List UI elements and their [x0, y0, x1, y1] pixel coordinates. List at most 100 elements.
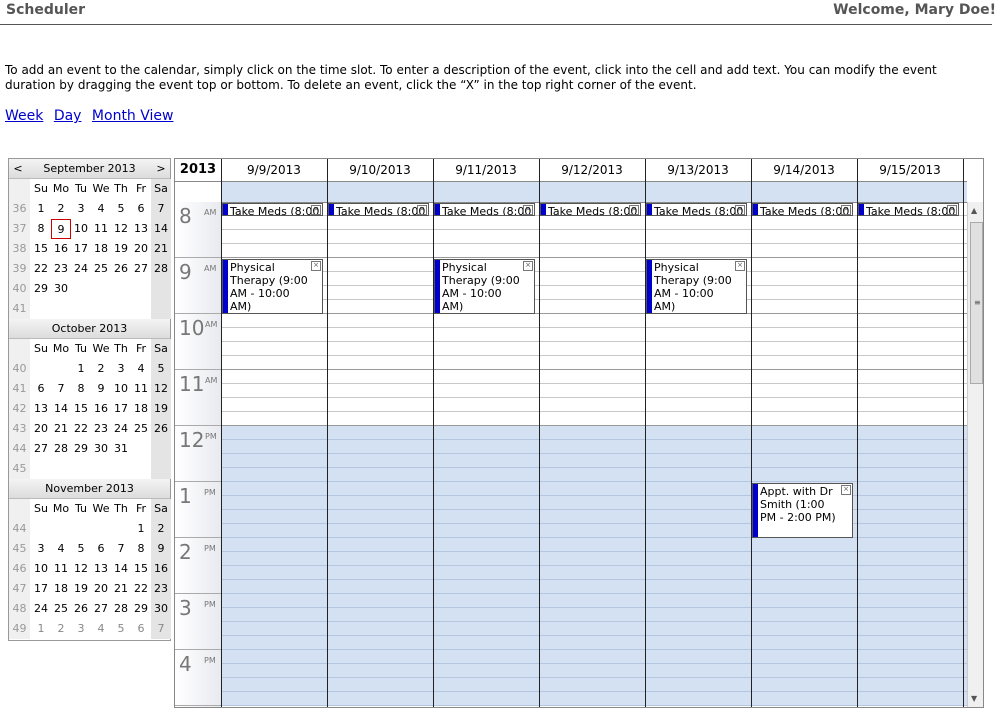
- time-slot[interactable]: [221, 678, 967, 692]
- time-slot[interactable]: [221, 622, 967, 636]
- mini-day-cell[interactable]: 10: [31, 559, 51, 579]
- time-grid[interactable]: [221, 202, 967, 707]
- mini-day-cell[interactable]: 23: [151, 579, 171, 599]
- mini-day-cell[interactable]: 25: [51, 599, 71, 619]
- event-pt[interactable]: Physical Therapy (9:00 AM - 10:00 AM) ×: [434, 259, 535, 314]
- day-column-header[interactable]: 9/13/2013: [645, 159, 752, 181]
- mini-day-cell[interactable]: 16: [51, 239, 71, 259]
- mini-day-cell[interactable]: 20: [31, 419, 51, 439]
- mini-day-cell[interactable]: 13: [31, 399, 51, 419]
- mini-day-cell[interactable]: 29: [71, 439, 91, 459]
- mini-day-cell[interactable]: 22: [31, 259, 51, 279]
- delete-icon[interactable]: ×: [523, 205, 533, 215]
- mini-day-cell[interactable]: 19: [111, 239, 131, 259]
- mini-day-cell[interactable]: 8: [31, 219, 51, 239]
- time-slot[interactable]: [221, 664, 967, 678]
- mini-day-cell[interactable]: 12: [71, 559, 91, 579]
- mini-day-cell[interactable]: 6: [31, 379, 51, 399]
- mini-day-cell[interactable]: 21: [111, 579, 131, 599]
- mini-day-cell[interactable]: 26: [151, 419, 171, 439]
- time-slot[interactable]: [221, 482, 967, 496]
- delete-icon[interactable]: ×: [841, 485, 851, 495]
- delete-icon[interactable]: ×: [311, 205, 321, 215]
- event-meds[interactable]: Take Meds (8:00 AM - 8:15 AM)×: [858, 203, 959, 216]
- time-slot[interactable]: [221, 258, 967, 272]
- mini-day-cell[interactable]: 30: [151, 599, 171, 619]
- time-slot[interactable]: [221, 230, 967, 244]
- mini-day-cell[interactable]: 9: [151, 539, 171, 559]
- event-meds[interactable]: Take Meds (8:00 AM - 8:15 AM)×: [434, 203, 535, 216]
- mini-day-cell[interactable]: 24: [71, 259, 91, 279]
- delete-icon[interactable]: ×: [735, 205, 745, 215]
- time-slot[interactable]: [221, 454, 967, 468]
- time-slot[interactable]: [221, 398, 967, 412]
- mini-day-cell[interactable]: 18: [51, 579, 71, 599]
- week-view-link[interactable]: Week: [5, 108, 43, 124]
- mini-day-cell[interactable]: 5: [151, 359, 171, 379]
- time-slot[interactable]: [221, 468, 967, 482]
- time-slot[interactable]: [221, 440, 967, 454]
- mini-day-cell[interactable]: 8: [71, 379, 91, 399]
- mini-day-cell[interactable]: 6: [131, 199, 151, 219]
- time-slot[interactable]: [221, 370, 967, 384]
- mini-day-cell[interactable]: 27: [131, 259, 151, 279]
- event-appt[interactable]: Appt. with Dr Smith (1:00 PM - 2:00 PM) ×: [752, 483, 853, 538]
- mini-day-cell[interactable]: 23: [51, 259, 71, 279]
- mini-day-cell[interactable]: 30: [91, 439, 111, 459]
- time-slot[interactable]: [221, 216, 967, 230]
- next-month-button[interactable]: >: [154, 159, 168, 178]
- mini-day-cell[interactable]: 5: [71, 539, 91, 559]
- mini-day-cell[interactable]: 26: [111, 259, 131, 279]
- month-view-link[interactable]: Month View: [92, 108, 174, 124]
- prev-month-button[interactable]: <: [11, 159, 25, 178]
- event-meds[interactable]: Take Meds (8:00 AM - 8:15 AM)×: [328, 203, 429, 216]
- event-pt[interactable]: Physical Therapy (9:00 AM - 10:00 AM) ×: [222, 259, 323, 314]
- mini-day-cell[interactable]: 24: [111, 419, 131, 439]
- day-column-header[interactable]: 9/11/2013: [433, 159, 540, 181]
- time-slot[interactable]: [221, 552, 967, 566]
- mini-day-cell[interactable]: 19: [71, 579, 91, 599]
- event-meds[interactable]: Take Meds (8:00 AM - 8:15 AM)×: [540, 203, 641, 216]
- time-slot[interactable]: [221, 286, 967, 300]
- mini-day-cell[interactable]: 28: [151, 259, 171, 279]
- mini-day-cell[interactable]: 3: [71, 199, 91, 219]
- time-slot[interactable]: [221, 342, 967, 356]
- mini-day-cell[interactable]: 20: [131, 239, 151, 259]
- mini-day-cell[interactable]: 9: [91, 379, 111, 399]
- vertical-scrollbar[interactable]: ▲ ≡ ▼: [967, 202, 983, 707]
- scroll-down-icon[interactable]: ▼: [971, 694, 977, 703]
- mini-day-cell[interactable]: 29: [131, 599, 151, 619]
- mini-day-cell[interactable]: 1: [31, 199, 51, 219]
- mini-day-cell[interactable]: 19: [151, 399, 171, 419]
- mini-day-cell[interactable]: 15: [131, 559, 151, 579]
- mini-day-cell[interactable]: 23: [91, 419, 111, 439]
- event-meds[interactable]: Take Meds (8:00 AM - 8:15 AM)×: [646, 203, 747, 216]
- event-meds[interactable]: Take Meds (8:00 AM - 8:15 AM)×: [752, 203, 853, 216]
- mini-day-cell[interactable]: 13: [131, 219, 151, 239]
- mini-day-cell[interactable]: 3: [71, 619, 91, 639]
- time-slot[interactable]: [221, 426, 967, 440]
- time-slot[interactable]: [221, 566, 967, 580]
- mini-day-cell[interactable]: 11: [91, 219, 111, 239]
- mini-day-cell[interactable]: 16: [91, 399, 111, 419]
- time-slot[interactable]: [221, 328, 967, 342]
- mini-day-cell[interactable]: 6: [91, 539, 111, 559]
- time-slot[interactable]: [221, 538, 967, 552]
- mini-day-cell[interactable]: 7: [111, 539, 131, 559]
- mini-day-cell[interactable]: 31: [111, 439, 131, 459]
- mini-day-cell[interactable]: 28: [51, 439, 71, 459]
- mini-day-cell[interactable]: 4: [131, 359, 151, 379]
- mini-day-cell[interactable]: 4: [51, 539, 71, 559]
- delete-icon[interactable]: ×: [735, 261, 745, 271]
- mini-day-cell[interactable]: 18: [91, 239, 111, 259]
- mini-day-cell[interactable]: 25: [131, 419, 151, 439]
- mini-day-cell[interactable]: 28: [111, 599, 131, 619]
- time-slot[interactable]: [221, 412, 967, 426]
- mini-day-cell[interactable]: 2: [151, 519, 171, 539]
- mini-day-cell[interactable]: 4: [91, 199, 111, 219]
- delete-icon[interactable]: ×: [417, 205, 427, 215]
- time-slot[interactable]: [221, 244, 967, 258]
- day-column-header[interactable]: 9/10/2013: [327, 159, 434, 181]
- time-slot[interactable]: [221, 314, 967, 328]
- mini-day-cell[interactable]: 8: [131, 539, 151, 559]
